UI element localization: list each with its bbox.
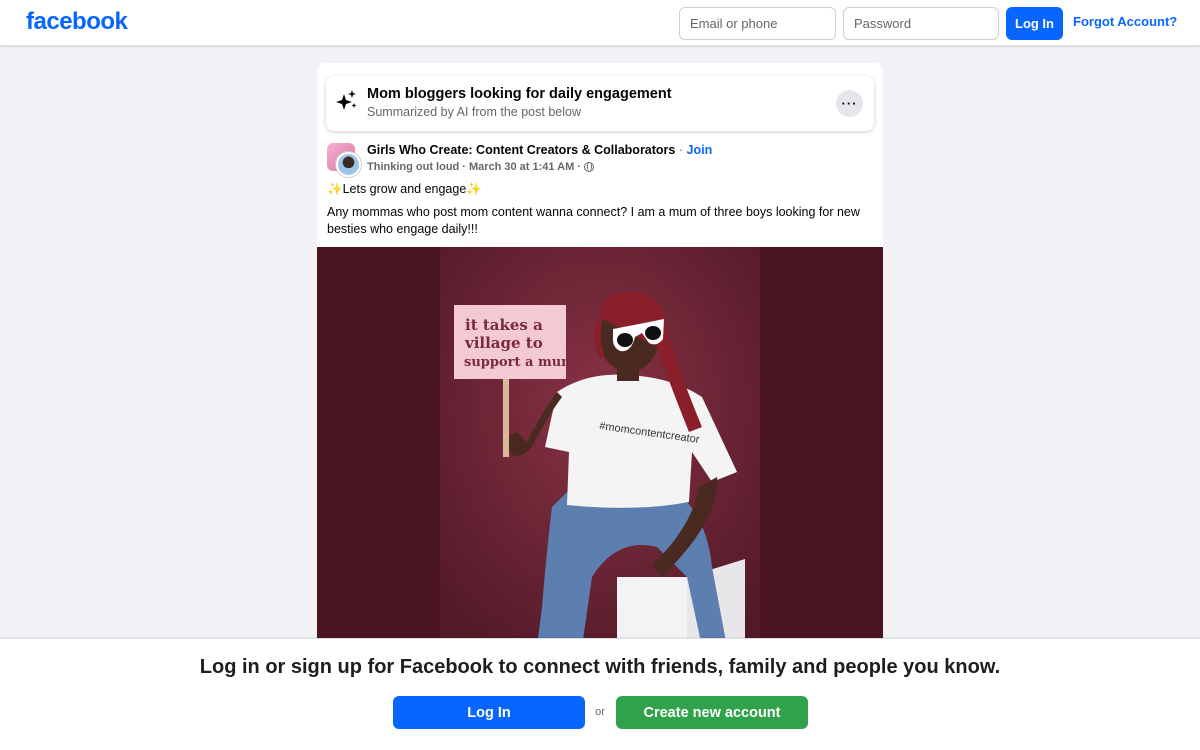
email-field[interactable] bbox=[679, 7, 836, 40]
photo-illustration: #momcontentcreator it takes a village to… bbox=[317, 247, 883, 647]
separator-dot: · bbox=[678, 143, 684, 157]
sign-line-2: village to bbox=[464, 334, 543, 352]
group-avatar[interactable] bbox=[327, 143, 361, 177]
join-group-link[interactable]: Join bbox=[687, 143, 713, 157]
summary-subtitle: Summarized by AI from the post below bbox=[367, 105, 581, 119]
sign-line-3: support a mum bbox=[464, 355, 575, 370]
summary-title: Mom bloggers looking for daily engagemen… bbox=[367, 86, 672, 102]
sparkles-emoji: ✨ bbox=[327, 182, 343, 196]
banner-message: Log in or sign up for Facebook to connec… bbox=[199, 656, 1001, 678]
or-label: or bbox=[595, 706, 605, 718]
facebook-logo[interactable]: facebook bbox=[26, 8, 128, 36]
post-author[interactable]: Thinking out loud bbox=[367, 161, 459, 173]
post-headline: ✨Lets grow and engage✨ bbox=[327, 182, 482, 197]
post-photo[interactable]: #momcontentcreator it takes a village to… bbox=[317, 247, 883, 647]
password-field[interactable] bbox=[843, 7, 999, 40]
meta-separator: · bbox=[462, 161, 466, 173]
post-timestamp[interactable]: March 30 at 1:41 AM bbox=[469, 161, 574, 173]
author-avatar bbox=[336, 152, 361, 177]
sparkles-emoji: ✨ bbox=[466, 182, 482, 196]
ai-summary-box: Mom bloggers looking for daily engagemen… bbox=[326, 76, 874, 131]
globe-icon bbox=[583, 162, 594, 172]
group-name-link[interactable]: Girls Who Create: Content Creators & Col… bbox=[367, 143, 675, 157]
banner-login-button[interactable]: Log In bbox=[393, 696, 585, 729]
create-account-button[interactable]: Create new account bbox=[616, 696, 808, 729]
forgot-account-link[interactable]: Forgot Account? bbox=[1073, 14, 1177, 29]
ai-sparkle-icon bbox=[336, 90, 357, 110]
post-meta: Thinking out loud · March 30 at 1:41 AM … bbox=[367, 161, 594, 173]
login-banner: Log in or sign up for Facebook to connec… bbox=[0, 638, 1200, 750]
header-login-button[interactable]: Log In bbox=[1006, 7, 1063, 40]
top-bar: facebook Log In Forgot Account? bbox=[0, 0, 1200, 46]
more-options-button[interactable]: ··· bbox=[836, 90, 863, 117]
group-header: Girls Who Create: Content Creators & Col… bbox=[367, 143, 712, 157]
post-body-text: Any mommas who post mom content wanna co… bbox=[327, 205, 860, 236]
post-headline-text: Lets grow and engage bbox=[342, 182, 467, 196]
sign-line-1: it takes a bbox=[465, 316, 543, 334]
meta-separator: · bbox=[577, 161, 581, 173]
